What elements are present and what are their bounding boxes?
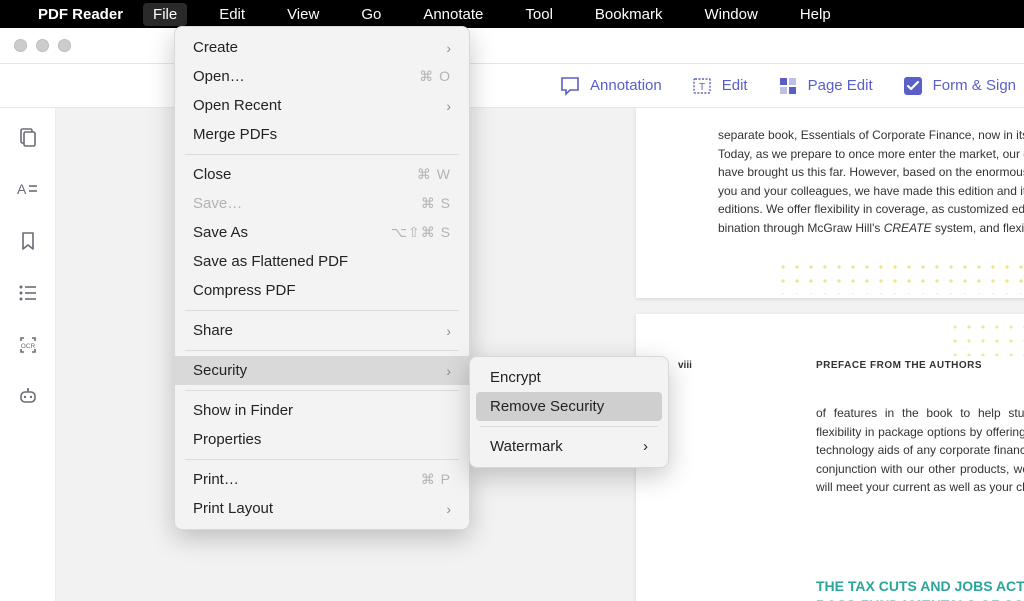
pdf-page-2: viii PREFACE FROM THE AUTHORS of feature… <box>636 314 1024 601</box>
menu-separator <box>185 310 459 311</box>
macos-menubar: PDF Reader File Edit View Go Annotate To… <box>0 0 1024 28</box>
traffic-light-zoom-icon[interactable] <box>58 39 71 52</box>
menubar-window[interactable]: Window <box>694 3 767 26</box>
submenu-watermark[interactable]: Watermark› <box>476 432 662 461</box>
chevron-right-icon: › <box>446 40 451 56</box>
traffic-light-minimize-icon[interactable] <box>36 39 49 52</box>
chevron-right-icon: › <box>446 98 451 114</box>
menubar-file[interactable]: File <box>143 3 187 26</box>
running-header: PREFACE FROM THE AUTHORS <box>816 358 982 374</box>
submenu-encrypt[interactable]: Encrypt <box>476 363 662 392</box>
menubar-tool[interactable]: Tool <box>515 3 563 26</box>
menu-share[interactable]: Share› <box>175 316 469 345</box>
menu-print-layout[interactable]: Print Layout› <box>175 494 469 523</box>
ai-assistant-icon[interactable] <box>17 386 39 408</box>
chevron-right-icon: › <box>643 438 648 455</box>
toolbar-annotation-button[interactable]: Annotation <box>560 76 662 96</box>
decorative-dots-icon <box>948 320 1024 356</box>
menubar-help[interactable]: Help <box>790 3 841 26</box>
menu-create[interactable]: Create› <box>175 33 469 62</box>
app-toolbar: Annotation T Edit Page Edit Form & Sign <box>0 64 1024 108</box>
form-sign-icon <box>903 76 923 96</box>
page2-heading: THE TAX CUTS AND JOBS ACT (TCJA) IS IN R… <box>676 577 1024 601</box>
left-sidebar: A OCR <box>0 108 56 601</box>
decorative-dots-icon <box>776 260 1024 294</box>
main-area: A OCR separate book, Essentials of Corpo… <box>0 108 1024 601</box>
page-edit-icon <box>778 76 798 96</box>
page-number-roman: viii <box>678 358 692 374</box>
file-menu-dropdown: Create› Open…⌘ O Open Recent› Merge PDFs… <box>174 26 470 530</box>
menu-separator <box>185 459 459 460</box>
toolbar-form-sign-label: Form & Sign <box>933 77 1016 94</box>
menu-close[interactable]: Close⌘ W <box>175 160 469 189</box>
page2-body-text: of features in the book to help students… <box>676 404 1024 497</box>
menu-separator <box>480 426 658 427</box>
pdf-page-1: separate book, Essentials of Corporate F… <box>636 108 1024 298</box>
submenu-remove-security[interactable]: Remove Security <box>476 392 662 421</box>
thumbnails-icon[interactable] <box>17 126 39 148</box>
ocr-icon[interactable]: OCR <box>17 334 39 356</box>
menu-save-as[interactable]: Save As⌥⇧⌘ S <box>175 218 469 247</box>
menubar-bookmark[interactable]: Bookmark <box>585 3 673 26</box>
window-titlebar <box>0 28 1024 64</box>
toolbar-form-sign-button[interactable]: Form & Sign <box>903 76 1016 96</box>
menubar-annotate[interactable]: Annotate <box>413 3 493 26</box>
menu-save-flattened[interactable]: Save as Flattened PDF <box>175 247 469 276</box>
menubar-edit[interactable]: Edit <box>209 3 255 26</box>
menu-separator <box>185 154 459 155</box>
menu-separator <box>185 350 459 351</box>
annotation-icon <box>560 76 580 96</box>
chevron-right-icon: › <box>446 323 451 339</box>
page1-text: separate book, Essentials of Corporate F… <box>718 126 1024 238</box>
menu-properties[interactable]: Properties <box>175 425 469 454</box>
app-name[interactable]: PDF Reader <box>38 6 123 23</box>
security-submenu: Encrypt Remove Security Watermark› <box>469 356 669 468</box>
text-annotations-icon[interactable]: A <box>17 178 39 200</box>
toolbar-annotation-label: Annotation <box>590 77 662 94</box>
edit-text-icon: T <box>692 76 712 96</box>
menu-open-recent[interactable]: Open Recent› <box>175 91 469 120</box>
toolbar-edit-label: Edit <box>722 77 748 94</box>
toolbar-page-edit-label: Page Edit <box>808 77 873 94</box>
bookmark-icon[interactable] <box>17 230 39 252</box>
menu-security[interactable]: Security› <box>175 356 469 385</box>
toolbar-page-edit-button[interactable]: Page Edit <box>778 76 873 96</box>
menubar-view[interactable]: View <box>277 3 329 26</box>
menu-show-in-finder[interactable]: Show in Finder <box>175 396 469 425</box>
menu-separator <box>185 390 459 391</box>
menu-compress-pdf[interactable]: Compress PDF <box>175 276 469 305</box>
chevron-right-icon: › <box>446 363 451 379</box>
menu-merge-pdfs[interactable]: Merge PDFs <box>175 120 469 149</box>
menu-print[interactable]: Print…⌘ P <box>175 465 469 494</box>
svg-text:OCR: OCR <box>20 343 35 350</box>
outline-icon[interactable] <box>17 282 39 304</box>
svg-text:A: A <box>17 181 27 197</box>
chevron-right-icon: › <box>446 501 451 517</box>
svg-text:T: T <box>699 82 705 93</box>
toolbar-edit-button[interactable]: T Edit <box>692 76 748 96</box>
menubar-go[interactable]: Go <box>351 3 391 26</box>
traffic-light-close-icon[interactable] <box>14 39 27 52</box>
menu-open[interactable]: Open…⌘ O <box>175 62 469 91</box>
menu-save: Save…⌘ S <box>175 189 469 218</box>
